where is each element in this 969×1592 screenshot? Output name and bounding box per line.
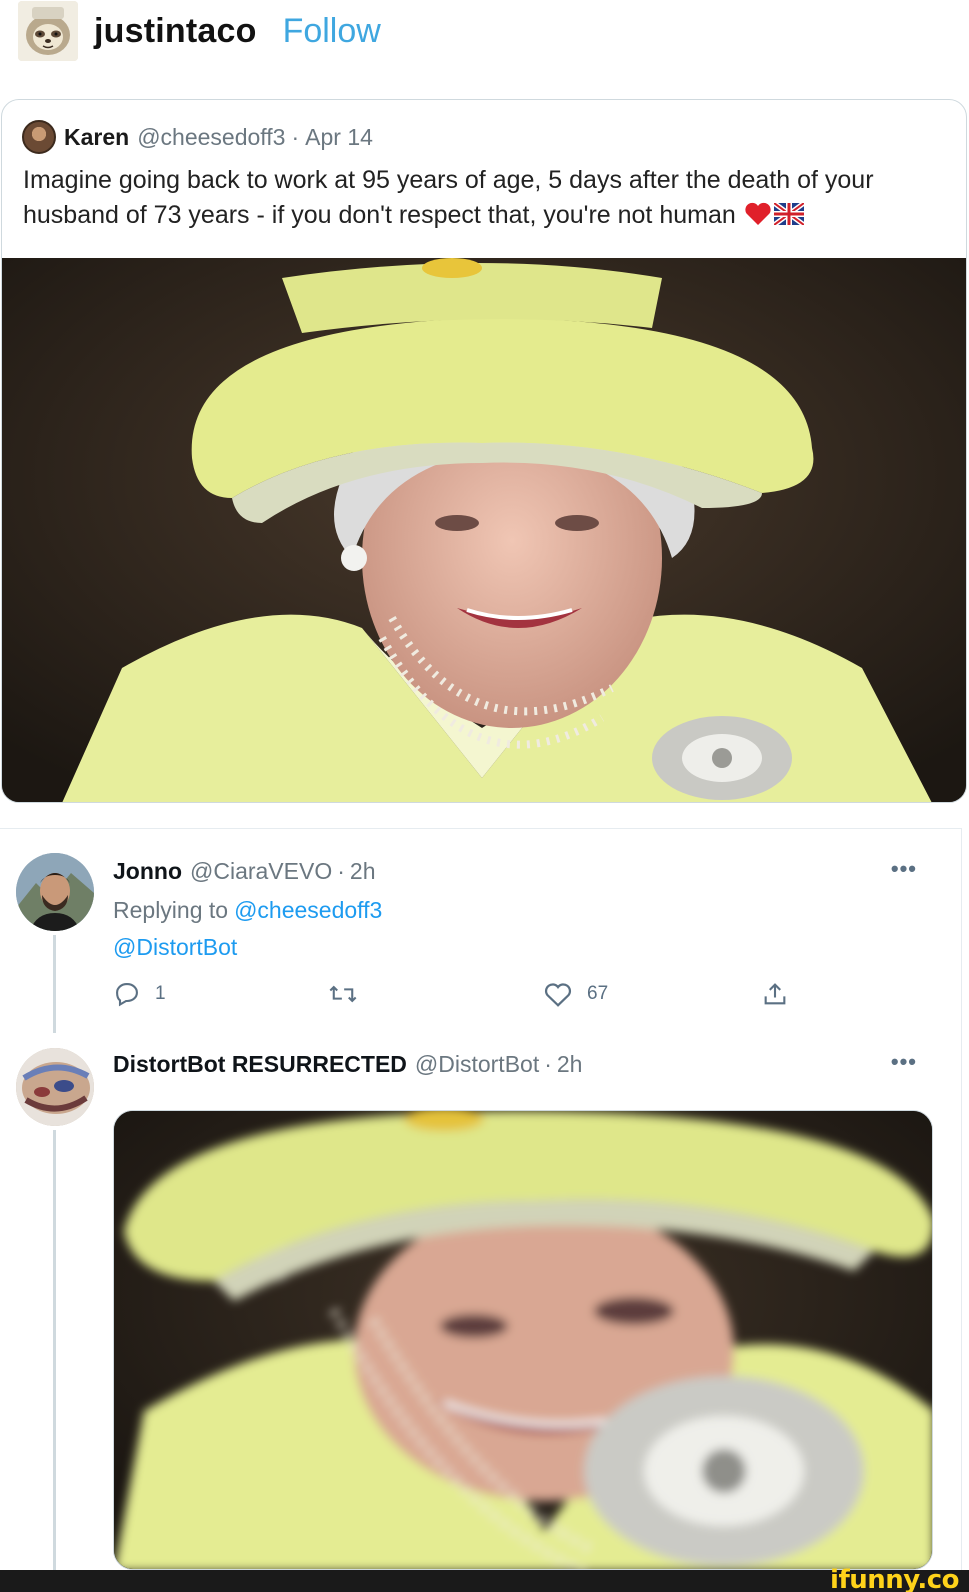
watermark-bar: ifunny.co [0,1565,969,1592]
sloth-avatar-icon[interactable] [18,1,78,61]
separator-dot: · [544,1051,552,1077]
like-count: 67 [587,983,609,1004]
karen-avatar[interactable] [22,120,56,154]
separator-dot: · [337,858,345,884]
more-options-icon-2[interactable]: ••• [891,1049,917,1075]
bot-author-handle[interactable]: @DistortBot [415,1051,539,1078]
jonno-avatar[interactable] [16,853,94,931]
tumblr-header: justintaco Follow [18,0,918,62]
reply-count: 1 [155,983,166,1004]
ifunny-watermark: ifunny.co [830,1565,959,1592]
separator-dot: · [291,123,300,150]
tumblr-username[interactable]: justintaco [94,12,257,51]
replying-to-prefix: Replying to [113,897,229,923]
uk-flag-icon [772,200,806,228]
reply-time[interactable]: 2h [350,858,376,885]
reply-action[interactable]: 1 [113,980,166,1008]
reply-author-handle[interactable]: @CiaraVEVO [190,858,332,885]
replying-to-handle[interactable]: @cheesedoff3 [234,897,382,923]
distorted-photo[interactable] [113,1110,933,1570]
tweet-text: Imagine going back to work at 95 years o… [23,163,943,233]
reply-author-name[interactable]: Jonno [113,858,182,885]
tweet-date[interactable]: Apr 14 [305,124,373,151]
reply-icon[interactable] [113,980,141,1008]
quoted-tweet-header: Karen @cheesedoff3 · Apr 14 [22,120,373,154]
follow-button[interactable]: Follow [283,12,381,51]
quoted-tweet-card[interactable]: Karen @cheesedoff3 · Apr 14 Imagine goin… [1,99,967,803]
more-options-icon[interactable]: ••• [891,856,917,882]
retweet-action[interactable] [328,980,372,1008]
like-action[interactable]: 67 [543,980,608,1008]
share-action[interactable] [761,980,789,1008]
tweet-action-bar: 1 67 [113,980,813,1016]
tweet-photo[interactable] [2,258,966,802]
thread-connector-line-2 [53,1130,56,1570]
retweet-icon[interactable] [328,980,358,1008]
author-handle[interactable]: @cheesedoff3 [137,124,285,151]
reply-mention[interactable]: @DistortBot [113,934,237,961]
thread-connector-line [53,935,56,1033]
replying-to-line: Replying to @cheesedoff3 [113,897,382,924]
share-icon[interactable] [761,980,789,1008]
bot-author-name[interactable]: DistortBot RESURRECTED [113,1051,407,1078]
reply-tweet-header: Jonno @CiaraVEVO · 2h [113,858,376,885]
author-name[interactable]: Karen [64,124,129,151]
heart-icon[interactable] [543,980,573,1008]
bot-tweet-header: DistortBot RESURRECTED @DistortBot · 2h [113,1051,582,1078]
bot-time[interactable]: 2h [557,1051,583,1078]
distortbot-avatar[interactable] [16,1048,94,1126]
red-heart-icon [744,201,772,225]
